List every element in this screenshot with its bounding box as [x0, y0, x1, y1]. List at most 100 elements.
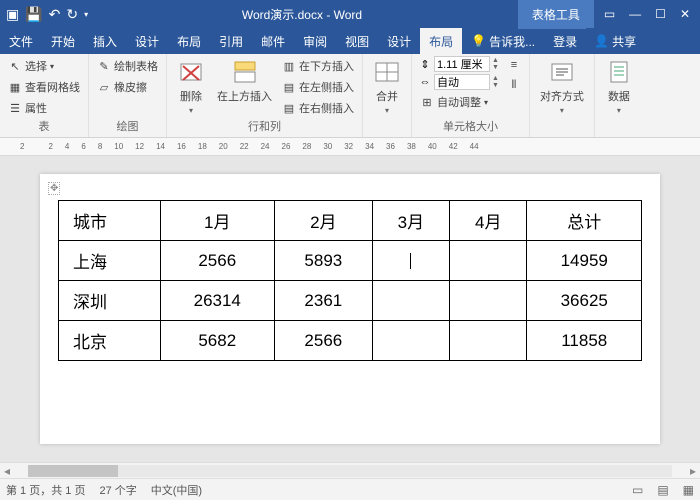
signin-button[interactable]: 登录 — [544, 28, 586, 54]
table-cell[interactable] — [372, 281, 449, 321]
tab-references[interactable]: 引用 — [210, 28, 252, 54]
table-cell[interactable] — [450, 241, 527, 281]
read-mode-icon[interactable]: ▭ — [632, 483, 643, 497]
table-cell[interactable]: 2566 — [160, 241, 274, 281]
eraser-button[interactable]: ▱橡皮擦 — [95, 77, 160, 97]
table-cell[interactable]: 北京 — [59, 321, 161, 361]
table-cell[interactable]: 上海 — [59, 241, 161, 281]
word-icon: ▣ — [6, 6, 19, 23]
document-area[interactable]: ✥ 城市 1月 2月 3月 4月 总计 上海 2566 5893 14959 深… — [0, 156, 700, 462]
table-row: 深圳 26314 2361 36625 — [59, 281, 642, 321]
width-spinner[interactable]: ▲▼ — [492, 75, 499, 89]
ribbon-tabs: 文件 开始 插入 设计 布局 引用 邮件 审阅 视图 设计 布局 💡告诉我...… — [0, 28, 700, 54]
chevron-down-icon: ▾ — [617, 106, 621, 115]
align-button[interactable]: 对齐方式 ▾ — [536, 56, 588, 117]
language-indicator[interactable]: 中文(中国) — [151, 482, 202, 498]
chevron-down-icon: ▾ — [189, 106, 193, 115]
data-button[interactable]: 数据 ▾ — [601, 56, 637, 117]
table-cell[interactable]: 26314 — [160, 281, 274, 321]
table-cell[interactable]: 3月 — [372, 201, 449, 241]
word-count[interactable]: 27 个字 — [99, 482, 136, 498]
page-indicator[interactable]: 第 1 页，共 1 页 — [6, 482, 85, 498]
table-anchor-icon[interactable]: ✥ — [48, 182, 60, 195]
table-cell[interactable] — [450, 321, 527, 361]
delete-icon — [177, 58, 205, 86]
tab-mail[interactable]: 邮件 — [252, 28, 294, 54]
table-cell[interactable] — [450, 281, 527, 321]
ribbon: ↖选择 ▾ ▦查看网格线 ☰属性 表 ✎绘制表格 ▱橡皮擦 绘图 删除 ▾ 在上… — [0, 54, 700, 138]
tab-home[interactable]: 开始 — [42, 28, 84, 54]
draw-table-button[interactable]: ✎绘制表格 — [95, 56, 160, 76]
properties-icon: ☰ — [8, 101, 22, 115]
undo-icon[interactable]: ↶ — [49, 6, 61, 23]
table-cell[interactable]: 36625 — [527, 281, 642, 321]
table-cell[interactable] — [372, 241, 449, 281]
table-cell[interactable]: 14959 — [527, 241, 642, 281]
table-cell[interactable]: 2月 — [275, 201, 373, 241]
insert-above-button[interactable]: 在上方插入 — [213, 56, 276, 106]
maximize-icon[interactable]: ☐ — [655, 7, 666, 21]
select-button[interactable]: ↖选择 ▾ — [6, 56, 82, 76]
table-cell[interactable]: 2566 — [275, 321, 373, 361]
tab-review[interactable]: 审阅 — [294, 28, 336, 54]
merge-button[interactable]: 合并 ▾ — [369, 56, 405, 117]
view-gridlines-button[interactable]: ▦查看网格线 — [6, 77, 82, 97]
table-cell[interactable]: 11858 — [527, 321, 642, 361]
properties-button[interactable]: ☰属性 — [6, 98, 82, 118]
insert-left-button[interactable]: ▤在左侧插入 — [280, 77, 356, 97]
document-title: Word演示.docx - Word — [94, 6, 510, 23]
autofit-button[interactable]: ⊞自动调整 ▾ — [418, 92, 499, 112]
col-width-input[interactable] — [434, 74, 490, 90]
ribbon-group-table: ↖选择 ▾ ▦查看网格线 ☰属性 表 — [0, 54, 89, 137]
row-height-input[interactable] — [434, 56, 490, 72]
table-cell[interactable] — [372, 321, 449, 361]
close-icon[interactable]: ✕ — [680, 7, 690, 21]
dist-rows-icon: ≡ — [507, 58, 521, 72]
ribbon-group-cell-size: ⇕▲▼ ⇔▲▼ ⊞自动调整 ▾ ≡ ⦀ 单元格大小 — [412, 54, 530, 137]
table-cell[interactable]: 深圳 — [59, 281, 161, 321]
grid-icon: ▦ — [8, 80, 22, 94]
share-button[interactable]: 👤共享 — [586, 28, 644, 54]
save-icon[interactable]: 💾 — [25, 6, 42, 23]
tab-view[interactable]: 视图 — [336, 28, 378, 54]
distribute-cols-button[interactable]: ⦀ — [505, 76, 523, 94]
horizontal-ruler[interactable]: 2246810121416182022242628303234363840424… — [0, 138, 700, 156]
ribbon-options-icon[interactable]: ▭ — [604, 7, 615, 21]
print-layout-icon[interactable]: ▤ — [657, 483, 668, 497]
table-cell[interactable]: 5682 — [160, 321, 274, 361]
insert-right-button[interactable]: ▤在右侧插入 — [280, 98, 356, 118]
document-table[interactable]: 城市 1月 2月 3月 4月 总计 上海 2566 5893 14959 深圳 … — [58, 200, 642, 361]
table-cell[interactable]: 总计 — [527, 201, 642, 241]
quick-access-toolbar: ▣ 💾 ↶ ↻ ▾ — [0, 6, 94, 23]
tab-design[interactable]: 设计 — [126, 28, 168, 54]
table-cell[interactable]: 1月 — [160, 201, 274, 241]
scroll-track[interactable] — [28, 465, 672, 477]
table-tools-tab: 表格工具 — [518, 0, 594, 29]
distribute-rows-button[interactable]: ≡ — [505, 56, 523, 74]
scroll-thumb[interactable] — [28, 465, 118, 477]
delete-button[interactable]: 删除 ▾ — [173, 56, 209, 117]
web-layout-icon[interactable]: ▦ — [683, 483, 694, 497]
table-cell[interactable]: 5893 — [275, 241, 373, 281]
redo-icon[interactable]: ↻ — [66, 6, 78, 23]
tab-table-design[interactable]: 设计 — [378, 28, 420, 54]
qat-more-icon[interactable]: ▾ — [84, 10, 88, 19]
table-cell[interactable]: 4月 — [450, 201, 527, 241]
tab-insert[interactable]: 插入 — [84, 28, 126, 54]
table-cell[interactable]: 2361 — [275, 281, 373, 321]
scroll-right-icon[interactable]: ▸ — [686, 464, 700, 478]
window-controls: ▭ — ☐ ✕ — [594, 7, 700, 21]
cursor-icon: ↖ — [8, 59, 22, 73]
tab-table-layout[interactable]: 布局 — [420, 28, 462, 54]
horizontal-scrollbar[interactable]: ◂ ▸ — [0, 462, 700, 478]
table-row: 北京 5682 2566 11858 — [59, 321, 642, 361]
align-icon — [548, 58, 576, 86]
table-cell[interactable]: 城市 — [59, 201, 161, 241]
tell-me[interactable]: 💡告诉我... — [462, 28, 544, 54]
insert-below-button[interactable]: ▥在下方插入 — [280, 56, 356, 76]
minimize-icon[interactable]: — — [629, 7, 641, 21]
height-spinner[interactable]: ▲▼ — [492, 57, 499, 71]
tab-layout[interactable]: 布局 — [168, 28, 210, 54]
scroll-left-icon[interactable]: ◂ — [0, 464, 14, 478]
tab-file[interactable]: 文件 — [0, 28, 42, 54]
